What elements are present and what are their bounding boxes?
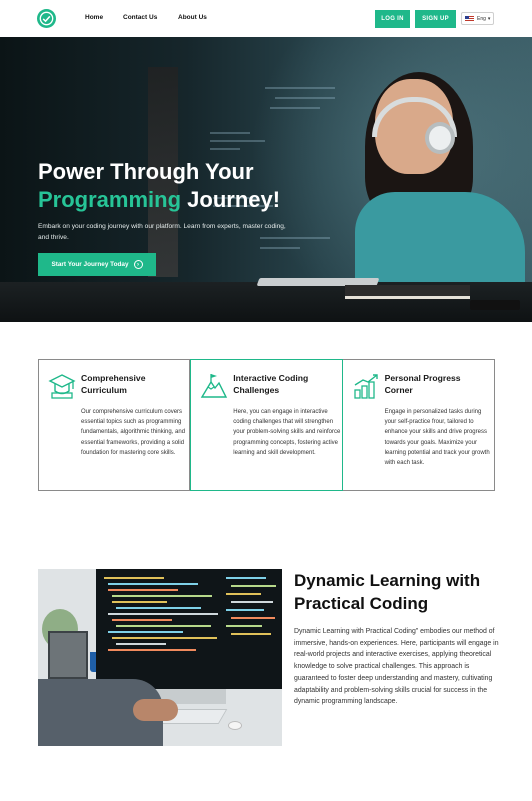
monitor-code-screen	[96, 569, 282, 689]
feature-card-curriculum: Comprehensive Curriculum Our comprehensi…	[38, 359, 191, 491]
signup-button[interactable]: SIGN UP	[415, 10, 456, 28]
features-section: Comprehensive Curriculum Our comprehensi…	[38, 359, 495, 491]
language-label: Eng	[477, 15, 486, 22]
growth-chart-icon	[353, 374, 378, 399]
feature-title: Personal Progress Corner	[384, 373, 461, 395]
nav-link-about[interactable]: About Us	[178, 14, 207, 21]
hero-title-accent: Programming	[38, 187, 182, 212]
hero-section: Power Through Your Programming Journey! …	[0, 37, 532, 322]
hero-title: Power Through Your Programming Journey!	[38, 158, 318, 214]
start-journey-label: Start Your Journey Today	[51, 261, 129, 268]
feature-card-challenges: Interactive Coding Challenges Here, you …	[190, 359, 343, 491]
dynamic-learning-text: Dynamic Learning with Practical Coding" …	[294, 628, 499, 706]
hero-title-line1: Power Through Your	[38, 159, 254, 184]
start-journey-button[interactable]: Start Your Journey Today ›	[38, 253, 156, 276]
headphones-icon	[425, 122, 455, 154]
chevron-down-icon: ▾	[487, 15, 491, 22]
dynamic-learning-title: Dynamic Learning with Practical Coding	[294, 571, 481, 613]
notebook-icon	[345, 285, 470, 299]
hero-title-rest: Journey!	[181, 187, 281, 212]
brand-logo-icon[interactable]	[37, 9, 56, 28]
coding-desk-image	[38, 569, 282, 746]
feature-title: Interactive Coding Challenges	[233, 373, 309, 395]
arrow-circle-icon: ›	[133, 260, 143, 269]
mouse-icon	[228, 721, 242, 730]
us-flag-icon	[465, 15, 474, 22]
feature-text: Engage in personalized tasks during your…	[384, 409, 490, 467]
login-button[interactable]: LOG IN	[375, 10, 410, 28]
nav-link-home[interactable]: Home	[85, 14, 103, 21]
feature-text: Here, you can engage in interactive codi…	[233, 409, 341, 456]
language-selector[interactable]: Eng ▾	[461, 12, 494, 25]
top-navbar: Home Contact Us About Us LOG IN SIGN UP …	[0, 0, 532, 37]
graduation-cap-icon	[48, 374, 76, 399]
feature-text: Our comprehensive curriculum covers esse…	[81, 409, 186, 456]
feature-title: Comprehensive Curriculum	[81, 373, 146, 395]
tablet-icon	[48, 631, 88, 679]
mountain-flag-icon	[201, 374, 228, 398]
nav-link-contact[interactable]: Contact Us	[123, 14, 157, 21]
phone-icon	[470, 300, 520, 310]
hero-subtitle: Embark on your coding journey with our p…	[38, 223, 286, 241]
person-hand	[133, 699, 178, 721]
feature-card-progress: Personal Progress Corner Engage in perso…	[342, 359, 495, 491]
